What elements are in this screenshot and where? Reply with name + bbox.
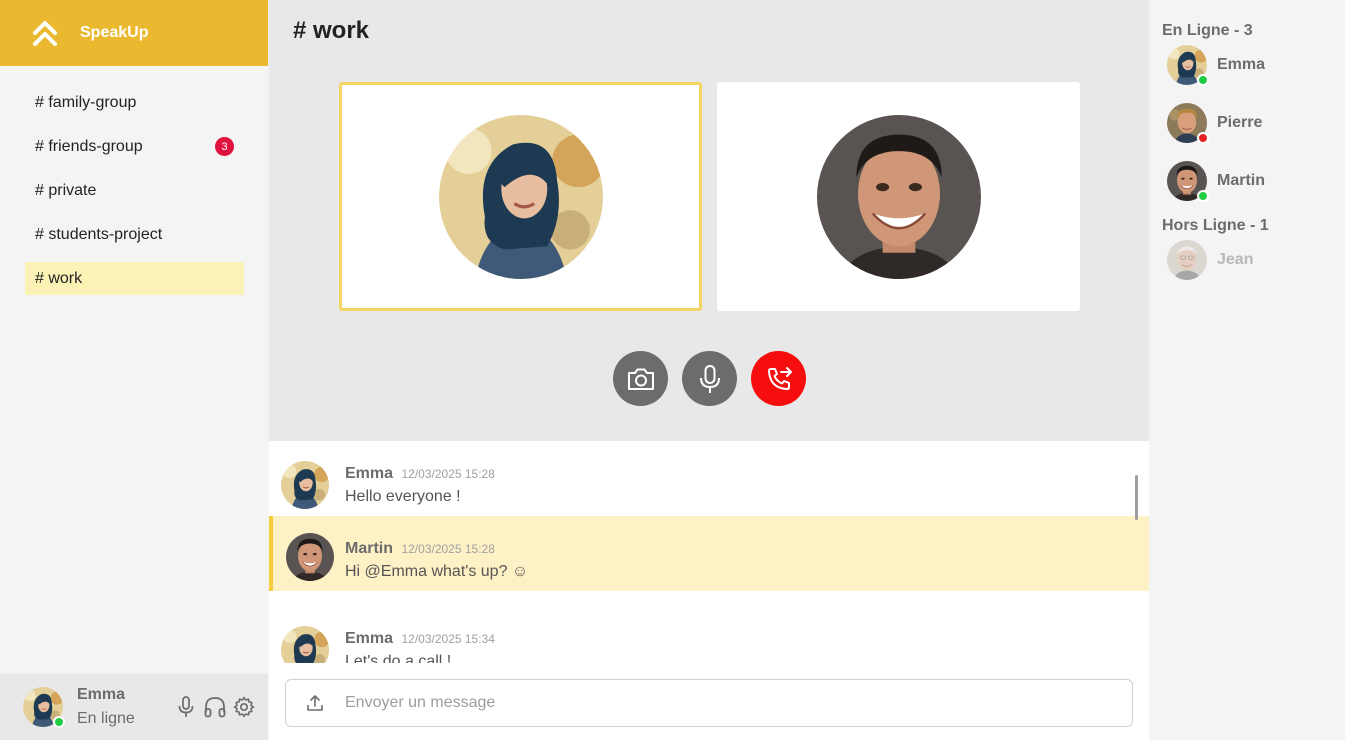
message-scrollbar[interactable] (1135, 475, 1138, 520)
participant-tile-emma[interactable] (339, 82, 702, 311)
app-name: SpeakUp (80, 24, 149, 41)
avatar (1167, 240, 1207, 280)
message-author[interactable]: Emma (345, 630, 393, 647)
message-author-avatar[interactable] (281, 461, 329, 509)
gear-icon[interactable] (232, 695, 256, 719)
channel-label: # students-project (35, 225, 163, 243)
headphones-icon[interactable] (203, 695, 227, 719)
page-title: # work (293, 17, 370, 44)
member-name: Jean (1217, 251, 1254, 268)
member-list: En Ligne - 3 Emma Pierre Martin Hors Lig… (1149, 0, 1345, 740)
current-user-panel: Emma En ligne (0, 674, 268, 740)
message-text: Hi @Emma what's up? ☺ (345, 563, 529, 580)
participant-avatar (439, 115, 603, 279)
voice-call-area: # work (269, 0, 1149, 441)
participant-avatar (817, 115, 981, 279)
message-author[interactable]: Emma (345, 465, 393, 482)
main-panel: # work Emma 12/03/2025 15:28 Hello every… (269, 0, 1149, 740)
member-name: Martin (1217, 172, 1265, 189)
leave-call-button[interactable] (751, 351, 806, 406)
channel-item-family-group[interactable]: # family-group (25, 86, 244, 119)
online-status-dot (1197, 190, 1209, 202)
message-author-avatar[interactable] (286, 533, 334, 581)
message-item-mention: Martin 12/03/2025 15:28 Hi @Emma what's … (269, 516, 1149, 591)
channel-label: # family-group (35, 93, 137, 111)
message-item: Emma 12/03/2025 15:34 Let's do a call ! (269, 606, 1149, 663)
member-item-pierre[interactable]: Pierre (1167, 103, 1345, 144)
channel-label: # work (35, 269, 83, 287)
channel-label: # private (35, 181, 97, 199)
channel-item-work[interactable]: # work (25, 262, 244, 295)
online-status-dot (53, 716, 65, 728)
brand-header[interactable]: SpeakUp (0, 0, 268, 66)
avatar (1167, 45, 1209, 86)
message-author[interactable]: Martin (345, 540, 393, 557)
online-status-dot (1197, 74, 1209, 86)
channel-sidebar: SpeakUp # family-group # friends-group 3… (0, 0, 268, 740)
camera-toggle-button[interactable] (613, 351, 668, 406)
call-controls (613, 351, 806, 406)
message-text: Let's do a call ! (345, 653, 452, 663)
current-user-status: En ligne (77, 710, 135, 727)
message-list[interactable]: Emma 12/03/2025 15:28 Hello everyone ! M… (269, 441, 1149, 663)
avatar (1167, 161, 1209, 202)
channel-list: # family-group # friends-group 3 # priva… (0, 66, 268, 295)
message-timestamp: 12/03/2025 15:28 (401, 542, 495, 556)
mic-toggle-button[interactable] (682, 351, 737, 406)
member-item-jean[interactable]: Jean (1167, 240, 1345, 280)
member-name: Emma (1217, 56, 1266, 73)
microphone-icon[interactable] (174, 695, 198, 719)
message-timestamp: 12/03/2025 15:28 (401, 467, 495, 481)
message-item: Emma 12/03/2025 15:28 Hello everyone ! (269, 441, 1149, 516)
channel-item-friends-group[interactable]: # friends-group 3 (25, 130, 244, 163)
member-item-emma[interactable]: Emma (1167, 45, 1345, 86)
member-item-martin[interactable]: Martin (1167, 161, 1345, 202)
busy-status-dot (1197, 132, 1209, 144)
unread-badge: 3 (215, 137, 234, 156)
channel-item-private[interactable]: # private (25, 174, 244, 207)
upload-icon[interactable] (305, 693, 325, 713)
member-name: Pierre (1217, 114, 1263, 131)
channel-item-students-project[interactable]: # students-project (25, 218, 244, 251)
online-section-title: En Ligne - 3 (1162, 22, 1253, 39)
microphone-icon (699, 364, 720, 393)
message-author-avatar[interactable] (281, 626, 329, 663)
message-timestamp: 12/03/2025 15:34 (401, 632, 495, 646)
avatar (1167, 103, 1209, 144)
participant-tile-martin[interactable] (717, 82, 1080, 311)
member-avatar (1167, 240, 1207, 280)
channel-label: # friends-group (35, 137, 143, 155)
current-user-name: Emma (77, 686, 126, 703)
message-input[interactable] (345, 694, 1105, 712)
message-composer (285, 679, 1133, 727)
camera-icon (627, 368, 654, 390)
message-text: Hello everyone ! (345, 488, 461, 505)
offline-section-title: Hors Ligne - 1 (1162, 217, 1269, 234)
avatar[interactable] (23, 687, 65, 728)
phone-leave-icon (767, 366, 792, 390)
double-chevron-up-icon (33, 21, 57, 46)
